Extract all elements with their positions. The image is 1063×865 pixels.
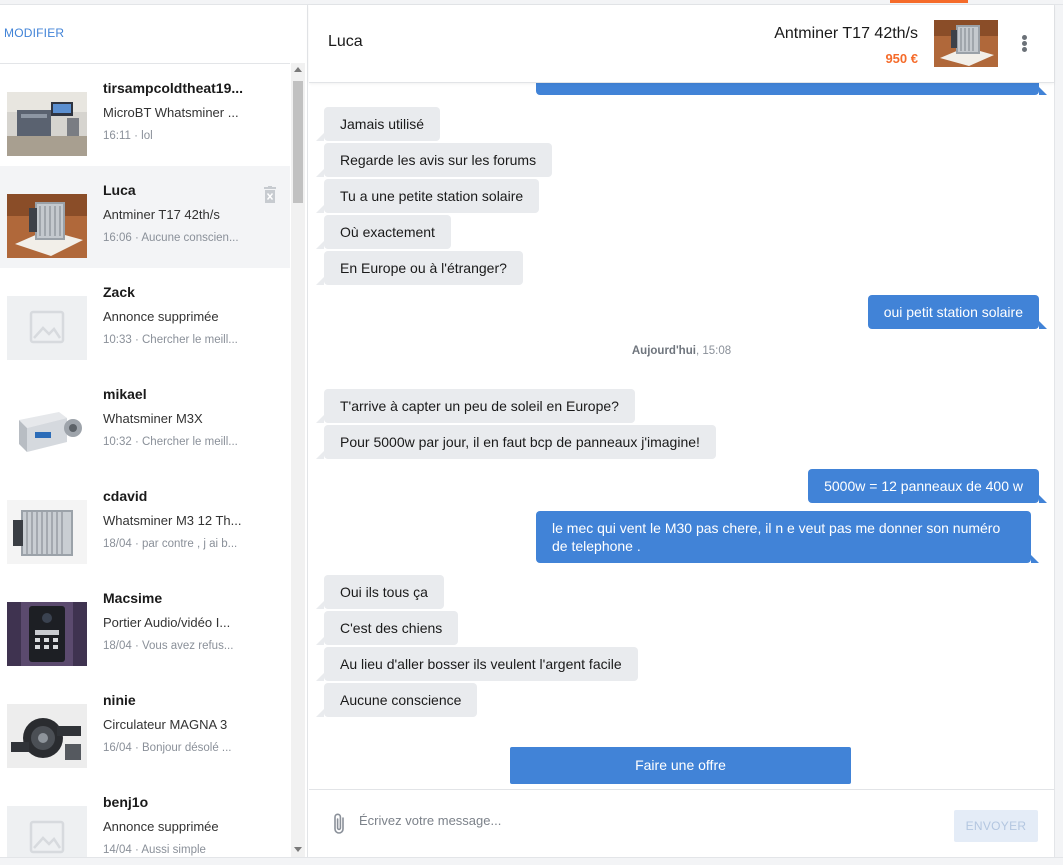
message-bubble-incoming: Au lieu d'aller bosser ils veulent l'arg… <box>316 647 638 681</box>
conversation-item[interactable]: Zack Annonce supprimée 10:33 · Chercher … <box>0 268 290 370</box>
date-separator: Aujourd'hui, 15:08 <box>309 345 1054 357</box>
contact-name[interactable]: Luca <box>328 33 363 51</box>
chat-panel: Luca Antminer T17 42th/s 950 € Jamais ut… <box>309 5 1054 857</box>
miner-heatsink-photo-icon <box>7 500 87 564</box>
conversation-last-message: 16:06 · Aucune conscien... <box>103 232 239 244</box>
conversation-ad-title: Annonce supprimée <box>103 819 219 834</box>
conversation-item-active[interactable]: Luca Antminer T17 42th/s 16:06 · Aucune … <box>0 166 290 268</box>
window-bottom-edge <box>0 857 1063 865</box>
pump-photo-icon <box>7 704 87 768</box>
conversation-last-message: 14/04 · Aussi simple <box>103 844 206 856</box>
top-accent-bar <box>890 0 968 3</box>
message-input[interactable] <box>359 806 939 834</box>
message-bubble-incoming: Oui ils tous ça <box>316 575 444 609</box>
conversation-thumbnail <box>7 296 87 360</box>
conversation-last-message: 10:32 · Chercher le meill... <box>103 436 238 448</box>
ad-price: 950 € <box>885 51 918 66</box>
conversation-last-message: 18/04 · Vous avez refus... <box>103 640 234 652</box>
send-button[interactable]: ENVOYER <box>954 810 1038 842</box>
conversation-ad-title: Whatsminer M3 12 Th... <box>103 513 242 528</box>
message-bubble-incoming: En Europe ou à l'étranger? <box>316 251 523 285</box>
conversation-ad-title: Circulateur MAGNA 3 <box>103 717 228 732</box>
message-bubble-incoming: Jamais utilisé <box>315 107 441 141</box>
message-bubble-outgoing: le mec qui vent le M30 pas chere, il n e… <box>536 511 1039 563</box>
conversation-thumbnail <box>7 194 87 258</box>
delete-conversation-icon[interactable] <box>262 186 278 204</box>
conversation-thumbnail <box>7 398 87 462</box>
date-separator-time: , 15:08 <box>695 345 732 357</box>
conversation-ad-title: Portier Audio/vidéo I... <box>103 615 231 630</box>
conversation-name: mikael <box>103 386 147 402</box>
scroll-down-arrow-icon[interactable] <box>294 847 302 852</box>
date-separator-day: Aujourd'hui <box>631 345 696 357</box>
message-bubble-incoming: Où exactement <box>316 215 451 249</box>
paperclip-icon[interactable] <box>331 812 349 836</box>
conversation-thumbnail <box>7 806 87 857</box>
conversation-ad-title: Whatsminer M3X <box>103 411 203 426</box>
conversation-thumbnail <box>7 602 87 666</box>
intercom-photo-icon <box>7 602 87 666</box>
image-placeholder-icon <box>7 296 87 360</box>
conversation-last-message: 10:33 · Chercher le meill... <box>103 334 238 346</box>
message-bubble-incoming: Tu a une petite station solaire <box>315 179 540 213</box>
message-bubble-incoming: Regarde les avis sur les forums <box>315 143 553 177</box>
message-bubble-outgoing-partial <box>536 83 1047 95</box>
conversation-list: tirsampcoldtheat19... MicroBT Whatsminer… <box>0 63 290 857</box>
conversation-item[interactable]: benj1o Annonce supprimée 14/04 · Aussi s… <box>0 778 290 857</box>
sidebar-scrollbar[interactable] <box>291 63 305 857</box>
message-bubble-incoming: T'arrive à capter un peu de soleil en Eu… <box>316 389 635 423</box>
conversation-thumbnail <box>7 92 87 156</box>
conversation-name: Zack <box>103 284 135 300</box>
message-composer: ENVOYER <box>309 789 1054 857</box>
conversation-name: ninie <box>103 692 136 708</box>
conversation-thumbnail <box>7 500 87 564</box>
message-bubble-incoming: Aucune conscience <box>315 683 478 717</box>
conversation-ad-title: Annonce supprimée <box>103 309 219 324</box>
ad-title[interactable]: Antminer T17 42th/s <box>774 25 918 43</box>
message-bubble-outgoing: 5000w = 12 panneaux de 400 w <box>808 469 1047 503</box>
conversation-last-message: 16:11 · lol <box>103 130 153 142</box>
conversation-last-message: 18/04 · par contre , j ai b... <box>103 538 238 550</box>
antminer-photo-icon <box>934 20 998 67</box>
conversation-name: benj1o <box>103 794 149 810</box>
conversation-item[interactable]: tirsampcoldtheat19... MicroBT Whatsminer… <box>0 64 290 166</box>
image-placeholder-icon <box>7 806 87 857</box>
mining-rig-photo-icon <box>7 92 87 156</box>
conversation-name: Macsime <box>103 590 163 606</box>
conversation-name: tirsampcoldtheat19... <box>103 80 244 96</box>
modifier-button[interactable]: MODIFIER <box>4 26 64 40</box>
whatsminer-photo-icon <box>7 398 87 462</box>
message-thread: Jamais utilisé Regarde les avis sur les … <box>309 83 1054 789</box>
message-bubble-incoming: Pour 5000w par jour, il en faut bcp de p… <box>316 425 716 459</box>
message-bubble-outgoing: oui petit station solaire <box>867 295 1048 329</box>
conversation-ad-title: Antminer T17 42th/s <box>103 207 220 222</box>
conversation-item[interactable]: Macsime Portier Audio/vidéo I... 18/04 ·… <box>0 574 290 676</box>
conversation-last-message: 16/04 · Bonjour désolé ... <box>103 742 232 754</box>
make-offer-button[interactable]: Faire une offre <box>510 747 851 784</box>
window-right-edge <box>1054 5 1063 857</box>
conversation-name: cdavid <box>103 488 148 504</box>
scroll-up-arrow-icon[interactable] <box>294 67 302 72</box>
chat-header: Luca Antminer T17 42th/s 950 € <box>309 5 1054 83</box>
conversation-item[interactable]: ninie Circulateur MAGNA 3 16/04 · Bonjou… <box>0 676 290 778</box>
antminer-photo-icon <box>7 194 87 258</box>
conversation-sidebar: MODIFIER tirsampcoldtheat19... MicroBT W… <box>0 5 308 857</box>
conversation-item[interactable]: cdavid Whatsminer M3 12 Th... 18/04 · pa… <box>0 472 290 574</box>
conversation-ad-title: MicroBT Whatsminer ... <box>103 105 239 120</box>
ad-thumbnail[interactable] <box>934 20 998 67</box>
scrollbar-thumb[interactable] <box>293 81 303 203</box>
conversation-thumbnail <box>7 704 87 768</box>
conversation-name: Luca <box>103 182 136 198</box>
message-bubble-incoming: C'est des chiens <box>315 611 459 645</box>
kebab-menu-icon[interactable] <box>1020 35 1028 53</box>
conversation-item[interactable]: mikael Whatsminer M3X 10:32 · Chercher l… <box>0 370 290 472</box>
